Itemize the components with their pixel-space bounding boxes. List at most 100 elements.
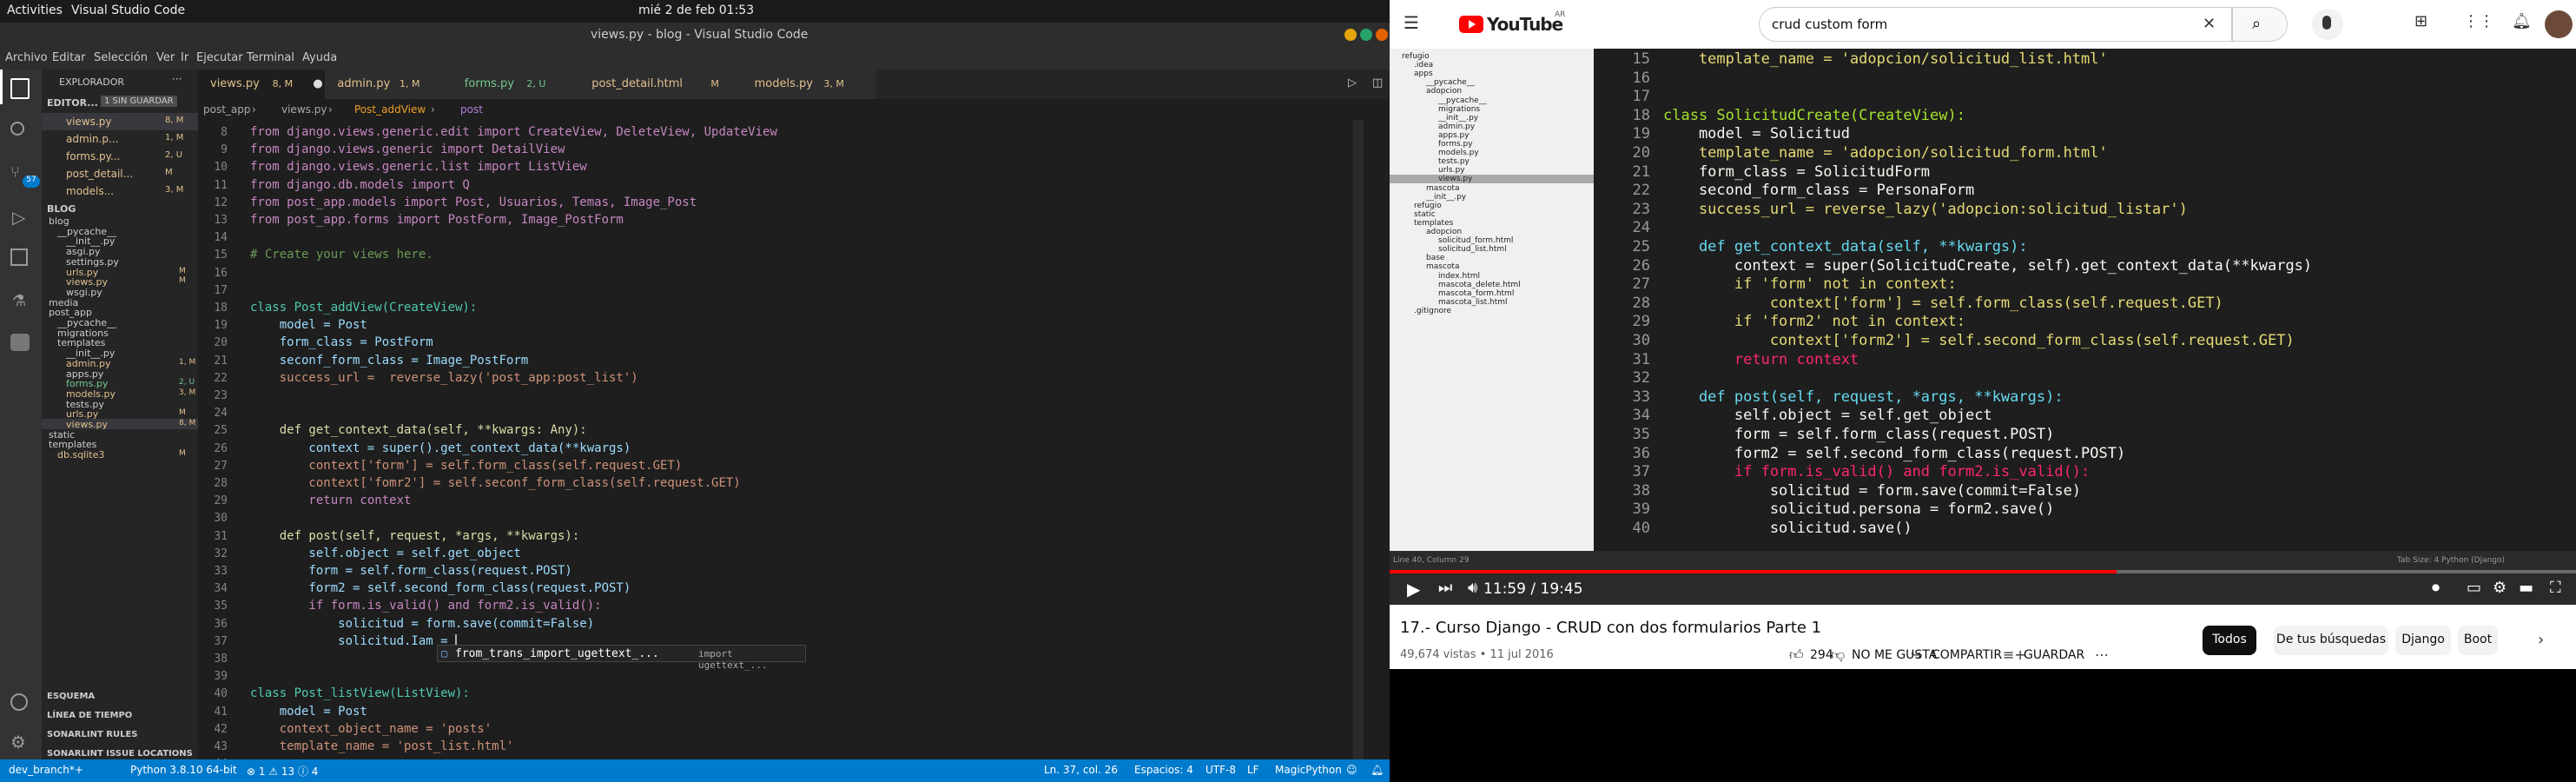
python-icon[interactable]	[10, 334, 30, 351]
file-tree-item[interactable]: asgi.py	[42, 246, 198, 257]
extensions-icon[interactable]	[10, 249, 28, 266]
editor-tab[interactable]: admin.py 1, M	[325, 70, 452, 99]
file-tree-item[interactable]: admin.py 1, M	[42, 358, 198, 369]
autocomplete-popup[interactable]: ▢ from_trans_import_ugettext_... import …	[437, 645, 806, 671]
open-editors-header[interactable]: EDITOR...	[47, 97, 98, 109]
search-input[interactable]: crud custom form	[1772, 17, 1887, 32]
cursor-position[interactable]: Ln. 37, col. 26	[1044, 764, 1118, 776]
file-tree-item[interactable]: static	[42, 429, 198, 441]
file-tree-item[interactable]: apps.py	[42, 368, 198, 380]
create-video-icon[interactable]: ⊞	[2414, 12, 2427, 30]
file-tree-item[interactable]: views.py 8, M	[42, 419, 198, 430]
menu-archivo[interactable]: Archivo	[5, 51, 48, 64]
indentation[interactable]: Espacios: 4	[1134, 764, 1193, 776]
save-icon[interactable]: ≡+	[2003, 646, 2026, 663]
file-tree-item[interactable]: media	[42, 297, 198, 308]
autocomplete-item[interactable]: from_trans_import_ugettext_...	[455, 647, 659, 660]
unsaved-dot-icon[interactable]: ●	[313, 77, 322, 90]
next-icon[interactable]: ⏭	[1438, 579, 1452, 597]
menu-ejecutar[interactable]: Ejecutar	[196, 51, 243, 64]
chip-de-tus-busquedas[interactable]: De tus búsquedas	[2274, 626, 2388, 655]
volume-icon[interactable]: 🔊︎	[1468, 579, 1477, 597]
avatar[interactable]	[2545, 10, 2573, 38]
editor-tab[interactable]: views.py 8, M ●	[198, 70, 326, 99]
settings-gear-icon[interactable]: ⚙	[10, 732, 26, 752]
files-icon[interactable]	[10, 78, 30, 99]
clear-search-icon[interactable]: ✕	[2203, 15, 2216, 33]
share-button[interactable]: COMPARTIR	[1932, 648, 2002, 662]
dislike-icon[interactable]: 👎︎	[1831, 646, 1845, 664]
file-tree-item[interactable]: tests.py	[42, 399, 198, 410]
open-editor-item[interactable]: admin.p... 1, M	[42, 130, 198, 148]
testing-icon[interactable]: ⚗	[12, 292, 26, 310]
minimize-icon[interactable]	[1344, 29, 1357, 41]
menu-ir[interactable]: Ir	[181, 51, 188, 64]
file-tree-item[interactable]: templates	[42, 337, 198, 348]
settings-icon[interactable]: ⚙	[2493, 579, 2507, 597]
editor-tab[interactable]: forms.py 2, U	[452, 70, 580, 99]
notifications-bell-icon[interactable]: 🔔︎	[2512, 12, 2532, 30]
problems-status[interactable]: ⊗ 1 ⚠ 13 ⓘ 4	[247, 764, 318, 779]
file-tree-item[interactable]: __pycache__	[42, 226, 198, 237]
breadcrumb-method[interactable]: post	[460, 103, 483, 116]
autoplay-toggle-icon[interactable]: ⏺	[2432, 579, 2440, 597]
maximize-icon[interactable]	[1360, 29, 1372, 41]
chip-django[interactable]: Django	[2395, 626, 2451, 655]
eol[interactable]: LF	[1247, 764, 1259, 776]
youtube-logo-icon[interactable]	[1459, 16, 1483, 33]
editor-tab[interactable]: post_detail.html M	[579, 70, 743, 99]
save-button[interactable]: GUARDAR	[2024, 648, 2084, 662]
file-tree-item[interactable]: forms.py 2, U	[42, 378, 198, 389]
run-debug-icon[interactable]: ▷	[12, 207, 25, 228]
file-tree-item[interactable]: views.py M	[42, 276, 198, 288]
video-player[interactable]: refugio .idea apps __pycache__ adopcion __pyc…	[1390, 49, 2576, 605]
account-icon[interactable]	[10, 693, 28, 711]
menu-terminal[interactable]: Terminal	[247, 51, 294, 64]
branch-status[interactable]: dev_branch*+	[9, 764, 83, 776]
search-button[interactable]: ⌕	[2232, 7, 2288, 42]
language-mode[interactable]: MagicPython	[1275, 764, 1342, 776]
chips-next-icon[interactable]: ›	[2538, 631, 2544, 649]
open-editor-item[interactable]: post_detail... M	[42, 165, 198, 182]
menu-seleccion[interactable]: Selección	[94, 51, 148, 64]
file-tree-item[interactable]: templates	[42, 439, 198, 450]
file-tree-item[interactable]: wsgi.py	[42, 287, 198, 298]
file-tree-item[interactable]: __init__.py	[42, 235, 198, 247]
search-icon[interactable]	[10, 122, 24, 136]
clock[interactable]: mié 2 de feb 01:53	[638, 3, 754, 17]
more-options-icon[interactable]: ⋯	[2095, 646, 2109, 663]
notifications-icon[interactable]: 🔔︎	[1371, 764, 1384, 776]
open-editor-item[interactable]: views.py 8, M	[42, 113, 198, 130]
chip-todos[interactable]: Todos	[2203, 626, 2256, 655]
subtitles-icon[interactable]: ▭	[2467, 579, 2481, 597]
breadcrumb-folder[interactable]: post_app	[203, 103, 251, 116]
share-icon[interactable]: ↪	[1911, 646, 1922, 663]
menu-ver[interactable]: Ver	[156, 51, 175, 64]
youtube-logo-text[interactable]: YouTube	[1487, 14, 1563, 35]
file-tree-item[interactable]: models.py 3, M	[42, 388, 198, 400]
panel-section-header[interactable]: SONARLINT RULES	[47, 730, 138, 739]
file-tree-item[interactable]: __pycache__	[42, 317, 198, 328]
open-editor-item[interactable]: models... 3, M	[42, 182, 198, 200]
dislike-button[interactable]: NO ME GUSTA	[1852, 648, 1937, 662]
like-count[interactable]: 294	[1810, 648, 1833, 662]
python-interpreter[interactable]: Python 3.8.10 64-bit	[130, 764, 237, 776]
fullscreen-icon[interactable]: ⛶	[2550, 579, 2561, 597]
apps-grid-icon[interactable]: ⋮⋮	[2463, 12, 2494, 30]
activities-button[interactable]: Activities	[7, 3, 63, 17]
voice-search-button[interactable]	[2312, 9, 2343, 40]
run-icon[interactable]: ▷	[1348, 76, 1357, 89]
file-tree-item[interactable]: blog	[42, 215, 198, 227]
panel-section-header[interactable]: ESQUEMA	[47, 692, 95, 701]
file-tree-item[interactable]: post_app	[42, 307, 198, 318]
play-icon[interactable]: ▶	[1407, 579, 1420, 600]
encoding[interactable]: UTF-8	[1205, 764, 1236, 776]
progress-bar[interactable]	[1390, 570, 2576, 573]
file-tree-item[interactable]: db.sqlite3 M	[42, 449, 198, 461]
chip-boot[interactable]: Boot	[2458, 626, 2498, 655]
search-box[interactable]: crud custom form ✕	[1759, 7, 2232, 42]
split-editor-icon[interactable]: ◫	[1372, 76, 1383, 89]
minimap-scrollbar[interactable]	[1353, 120, 1364, 759]
breadcrumb-class[interactable]: Post_addView	[354, 103, 426, 116]
theater-mode-icon[interactable]: ▬	[2519, 579, 2533, 597]
